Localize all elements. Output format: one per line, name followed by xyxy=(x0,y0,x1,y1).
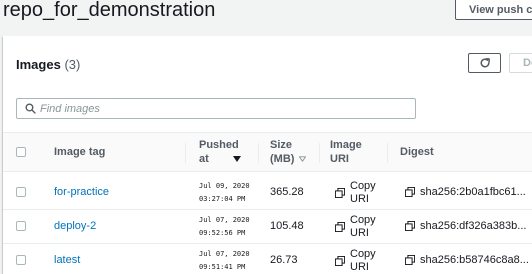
copy-label-line1: Copy xyxy=(350,248,376,260)
column-divider xyxy=(319,143,320,163)
digest-value: sha256:df326a383b... xyxy=(420,220,527,232)
column-divider xyxy=(258,143,259,163)
copy-uri-button[interactable]: Copy URI xyxy=(335,180,376,206)
pushed-at-value: Jul 09, 2020 03:27:04 PM xyxy=(199,180,250,206)
copy-uri-button[interactable]: Copy URI xyxy=(335,214,376,240)
column-image-uri: Image URI xyxy=(330,133,362,171)
images-count: (3) xyxy=(64,57,81,72)
pushed-at-value: Jul 07, 2020 09:52:56 PM xyxy=(199,214,250,240)
refresh-icon xyxy=(479,57,491,69)
images-panel: Images (3) Delete Find images xyxy=(3,36,532,274)
search-icon xyxy=(25,103,36,114)
table-row: for-practice Jul 09, 2020 03:27:04 PM 36… xyxy=(3,176,532,210)
ecr-repository-page: repo_for_demonstration View push command… xyxy=(0,0,532,274)
pushed-time: 09:52:56 PM xyxy=(199,229,246,237)
copy-icon xyxy=(335,222,345,232)
digest-value: sha256:b58746c8a8... xyxy=(420,254,529,266)
copy-label-line2: URI xyxy=(350,261,369,273)
images-title-text: Images xyxy=(16,57,61,72)
image-tag-link[interactable]: deploy-2 xyxy=(54,220,96,232)
pushed-header-line1: Pushed xyxy=(199,139,239,151)
column-divider xyxy=(185,143,186,163)
delete-button[interactable]: Delete xyxy=(509,53,532,73)
uri-header-line1: Image xyxy=(330,139,362,151)
size-header-line1: Size xyxy=(270,139,293,151)
digest-cell[interactable]: sha256:b58746c8a8... xyxy=(405,254,529,266)
column-divider xyxy=(387,143,388,163)
row-checkbox[interactable] xyxy=(16,255,26,265)
pushed-date: Jul 07, 2020 xyxy=(199,250,250,258)
sort-icon xyxy=(299,156,307,162)
copy-icon xyxy=(405,255,415,265)
sort-descending-icon xyxy=(232,156,241,162)
row-checkbox[interactable] xyxy=(16,221,26,231)
pushed-at-value: Jul 07, 2020 09:51:41 PM xyxy=(199,248,250,274)
copy-label-line1: Copy xyxy=(350,180,376,192)
column-digest: Digest xyxy=(400,146,434,158)
find-images-search[interactable]: Find images xyxy=(16,98,416,119)
uri-header-line2: URI xyxy=(330,153,349,165)
size-value: 26.73 xyxy=(270,254,298,266)
pushed-time: 03:27:04 PM xyxy=(199,195,246,203)
digest-cell[interactable]: sha256:2b0a1fbc61... xyxy=(405,186,526,198)
column-image-tag[interactable]: Image tag xyxy=(54,133,105,171)
pushed-header-line2: at xyxy=(199,153,209,165)
copy-uri-button[interactable]: Copy URI xyxy=(335,248,376,274)
pushed-time: 09:51:41 PM xyxy=(199,263,246,271)
size-value: 105.48 xyxy=(270,220,304,232)
copy-label-line2: URI xyxy=(350,227,369,239)
copy-label-line2: URI xyxy=(350,193,369,205)
size-header-line2: (MB) xyxy=(270,153,295,165)
search-placeholder: Find images xyxy=(40,103,100,115)
copy-icon xyxy=(335,188,345,198)
repository-title: repo_for_demonstration xyxy=(3,0,216,21)
pushed-date: Jul 07, 2020 xyxy=(199,216,250,224)
row-checkbox[interactable] xyxy=(16,187,26,197)
copy-label-line1: Copy xyxy=(350,214,376,226)
table-header: Image tag Pushed at Size (MB) Image URI … xyxy=(3,132,532,172)
digest-value: sha256:2b0a1fbc61... xyxy=(420,186,526,198)
image-tag-link[interactable]: for-practice xyxy=(54,186,109,198)
view-push-commands-button[interactable]: View push commands xyxy=(455,0,532,20)
table-row: deploy-2 Jul 07, 2020 09:52:56 PM 105.48… xyxy=(3,210,532,244)
digest-cell[interactable]: sha256:df326a383b... xyxy=(405,220,526,232)
table-row: latest Jul 07, 2020 09:51:41 PM 26.73 Co… xyxy=(3,244,532,274)
copy-icon xyxy=(335,256,345,266)
copy-icon xyxy=(405,187,415,197)
column-size[interactable]: Size (MB) xyxy=(270,133,307,171)
images-panel-title: Images (3) xyxy=(16,57,80,72)
image-tag-link[interactable]: latest xyxy=(54,254,80,266)
copy-icon xyxy=(405,221,415,231)
refresh-button[interactable] xyxy=(468,53,501,73)
select-all-checkbox[interactable] xyxy=(16,147,26,157)
pushed-date: Jul 09, 2020 xyxy=(199,182,250,190)
size-value: 365.28 xyxy=(270,186,304,198)
column-pushed-at[interactable]: Pushed at xyxy=(199,133,249,171)
